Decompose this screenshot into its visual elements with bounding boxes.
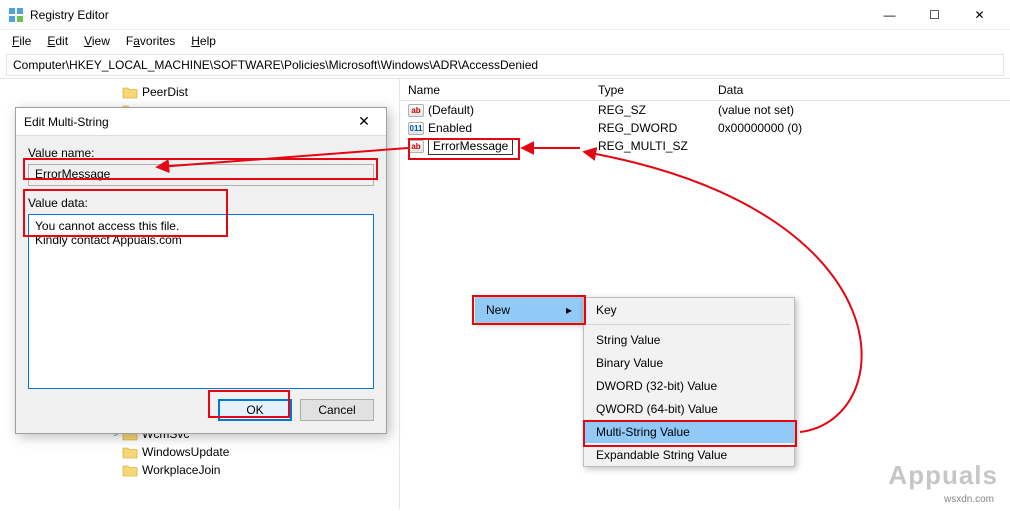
menu-favorites[interactable]: Favorites [120, 32, 181, 50]
list-item[interactable]: ab (Default) REG_SZ (value not set) [400, 101, 1010, 119]
col-data[interactable]: Data [710, 80, 1010, 100]
value-type-icon: ab [408, 140, 424, 153]
value-type: REG_MULTI_SZ [598, 139, 688, 153]
value-type: REG_DWORD [598, 121, 677, 135]
edit-multistring-dialog: Edit Multi-String ✕ Value name: ErrorMes… [15, 107, 387, 434]
window-title: Registry Editor [30, 8, 109, 22]
watermark-site: wsxdn.com [944, 494, 994, 505]
ctx-string[interactable]: String Value [584, 328, 794, 351]
ctx-expstring[interactable]: Expandable String Value [584, 443, 794, 466]
menubar: File Edit View Favorites Help [0, 30, 1010, 52]
separator [588, 324, 790, 325]
value-data: (value not set) [718, 103, 794, 117]
value-data: 0x00000000 (0) [718, 121, 802, 135]
ctx-multistring[interactable]: Multi-String Value [584, 420, 794, 443]
dialog-titlebar[interactable]: Edit Multi-String ✕ [16, 108, 386, 136]
address-bar[interactable]: Computer\HKEY_LOCAL_MACHINE\SOFTWARE\Pol… [6, 54, 1004, 76]
menu-help[interactable]: Help [185, 32, 222, 50]
value-type: REG_SZ [598, 103, 646, 117]
folder-icon [122, 86, 138, 99]
column-headers: Name Type Data [400, 79, 1010, 101]
ctx-new-label: New [486, 303, 510, 317]
dialog-close-button[interactable]: ✕ [350, 113, 378, 130]
value-name-label: Value name: [28, 146, 374, 160]
ctx-binary[interactable]: Binary Value [584, 351, 794, 374]
menu-view[interactable]: View [78, 32, 116, 50]
list-item[interactable]: ab ErrorMessage REG_MULTI_SZ [400, 137, 1010, 155]
tree-item-label: PeerDist [142, 85, 188, 99]
menu-file[interactable]: File [6, 32, 37, 50]
rename-input[interactable]: ErrorMessage [428, 138, 513, 155]
context-submenu-new: Key String Value Binary Value DWORD (32-… [583, 297, 795, 467]
titlebar: Registry Editor — ☐ ✕ [0, 0, 1010, 30]
value-name-field: ErrorMessage [28, 164, 374, 186]
cancel-button[interactable]: Cancel [300, 399, 374, 421]
col-name[interactable]: Name [400, 80, 590, 100]
list-item[interactable]: 011 Enabled REG_DWORD 0x00000000 (0) [400, 119, 1010, 137]
minimize-button[interactable]: — [867, 0, 912, 30]
tree-item-label: WorkplaceJoin [142, 463, 220, 477]
value-type-icon: 011 [408, 122, 424, 135]
ok-button[interactable]: OK [218, 399, 292, 421]
tree-item[interactable]: WindowsUpdate [0, 443, 399, 461]
col-type[interactable]: Type [590, 80, 710, 100]
tree-item[interactable]: WorkplaceJoin [0, 461, 399, 479]
dialog-title: Edit Multi-String [24, 115, 350, 129]
ctx-qword[interactable]: QWORD (64-bit) Value [584, 397, 794, 420]
value-data-label: Value data: [28, 196, 374, 210]
value-type-icon: ab [408, 104, 424, 117]
ctx-key[interactable]: Key [584, 298, 794, 321]
maximize-button[interactable]: ☐ [912, 0, 957, 30]
value-name: (Default) [428, 103, 474, 117]
regedit-icon [8, 7, 24, 23]
folder-icon [122, 464, 138, 477]
close-button[interactable]: ✕ [957, 0, 1002, 30]
tree-item-label: WindowsUpdate [142, 445, 229, 459]
folder-icon [122, 446, 138, 459]
value-name: Enabled [428, 121, 472, 135]
value-data-field[interactable]: You cannot access this file. Kindly cont… [28, 214, 374, 389]
watermark-brand: Appuals [888, 460, 998, 491]
menu-edit[interactable]: Edit [41, 32, 74, 50]
ctx-new[interactable]: New ▸ [476, 298, 582, 322]
submenu-arrow-icon: ▸ [566, 303, 572, 317]
ctx-dword[interactable]: DWORD (32-bit) Value [584, 374, 794, 397]
tree-item[interactable]: PeerDist [0, 83, 399, 101]
context-menu: New ▸ [475, 297, 583, 323]
